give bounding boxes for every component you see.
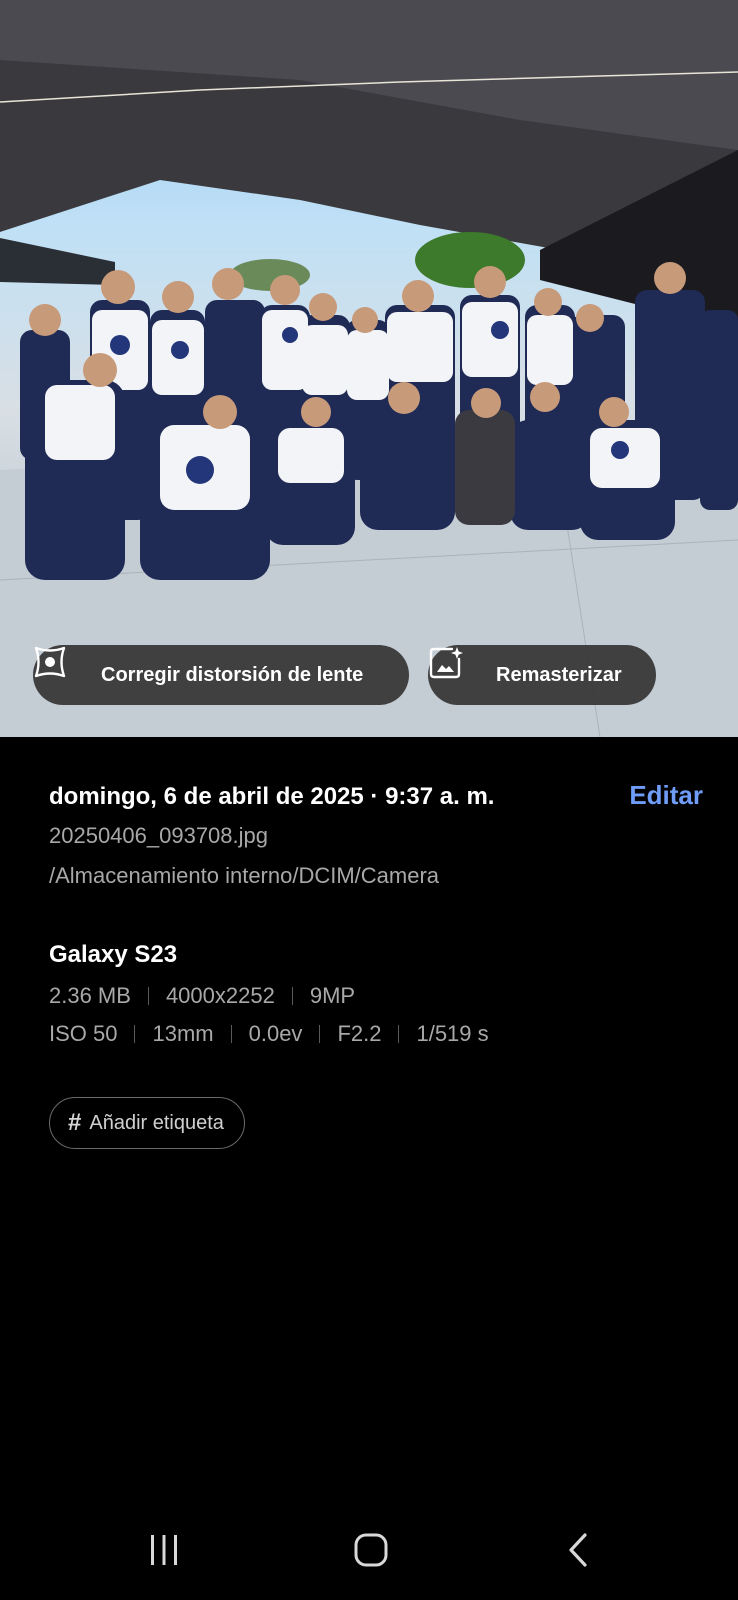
lens-correction-icon [34,646,91,693]
file-specs-row: 2.36 MB 4000x2252 9MP [49,983,689,1009]
aperture: F2.2 [337,1021,382,1046]
divider [147,987,149,1005]
divider [134,1025,136,1043]
add-tag-button[interactable]: # Añadir etiqueta [49,1097,245,1149]
divider [398,1025,400,1043]
photo-details-panel: domingo, 6 de abril de 2025 · 9:37 a. m.… [49,780,703,1149]
lens-distortion-label: Corregir distorsión de lente [101,663,364,686]
remaster-button[interactable]: Remasterizar [428,645,656,705]
group-photo-image [0,0,738,737]
shutter-speed: 1/519 s [416,1021,489,1046]
back-button[interactable] [538,1520,618,1580]
home-icon [354,1533,388,1567]
resolution: 4000x2252 [165,983,275,1008]
hashtag-icon: # [68,1109,82,1136]
divider [230,1025,232,1043]
file-size: 2.36 MB [49,983,131,1008]
add-tag-label: Añadir etiqueta [89,1111,224,1134]
file-name: 20250406_093708.jpg [49,823,269,848]
home-button[interactable] [331,1520,411,1580]
edit-details-button[interactable]: Editar [629,780,703,811]
camera-specs-row: ISO 50 13mm 0.0ev F2.2 1/519 s [49,1021,689,1047]
file-path: /Almacenamiento interno/DCIM/Camera [49,863,440,888]
remaster-label: Remasterizar [496,663,622,686]
recent-apps-icon [151,1535,177,1565]
date-row: domingo, 6 de abril de 2025 · 9:37 a. m.… [49,780,703,811]
photo-preview[interactable]: Corregir distorsión de lente Remasteriza… [0,0,738,737]
back-icon [569,1533,587,1567]
focal-length: 13mm [152,1021,214,1046]
iso-value: ISO 50 [49,1021,118,1046]
megapixels: 9MP [309,983,356,1008]
divider [291,987,293,1005]
capture-datetime: domingo, 6 de abril de 2025 · 9:37 a. m. [49,783,495,810]
exposure-value: 0.0ev [248,1021,303,1046]
device-name: Galaxy S23 [49,941,178,968]
remaster-sparkle-icon [429,647,486,693]
lens-distortion-button[interactable]: Corregir distorsión de lente [33,645,409,705]
system-navigation-bar [0,1520,738,1580]
recent-apps-button[interactable] [124,1520,204,1580]
divider [319,1025,321,1043]
